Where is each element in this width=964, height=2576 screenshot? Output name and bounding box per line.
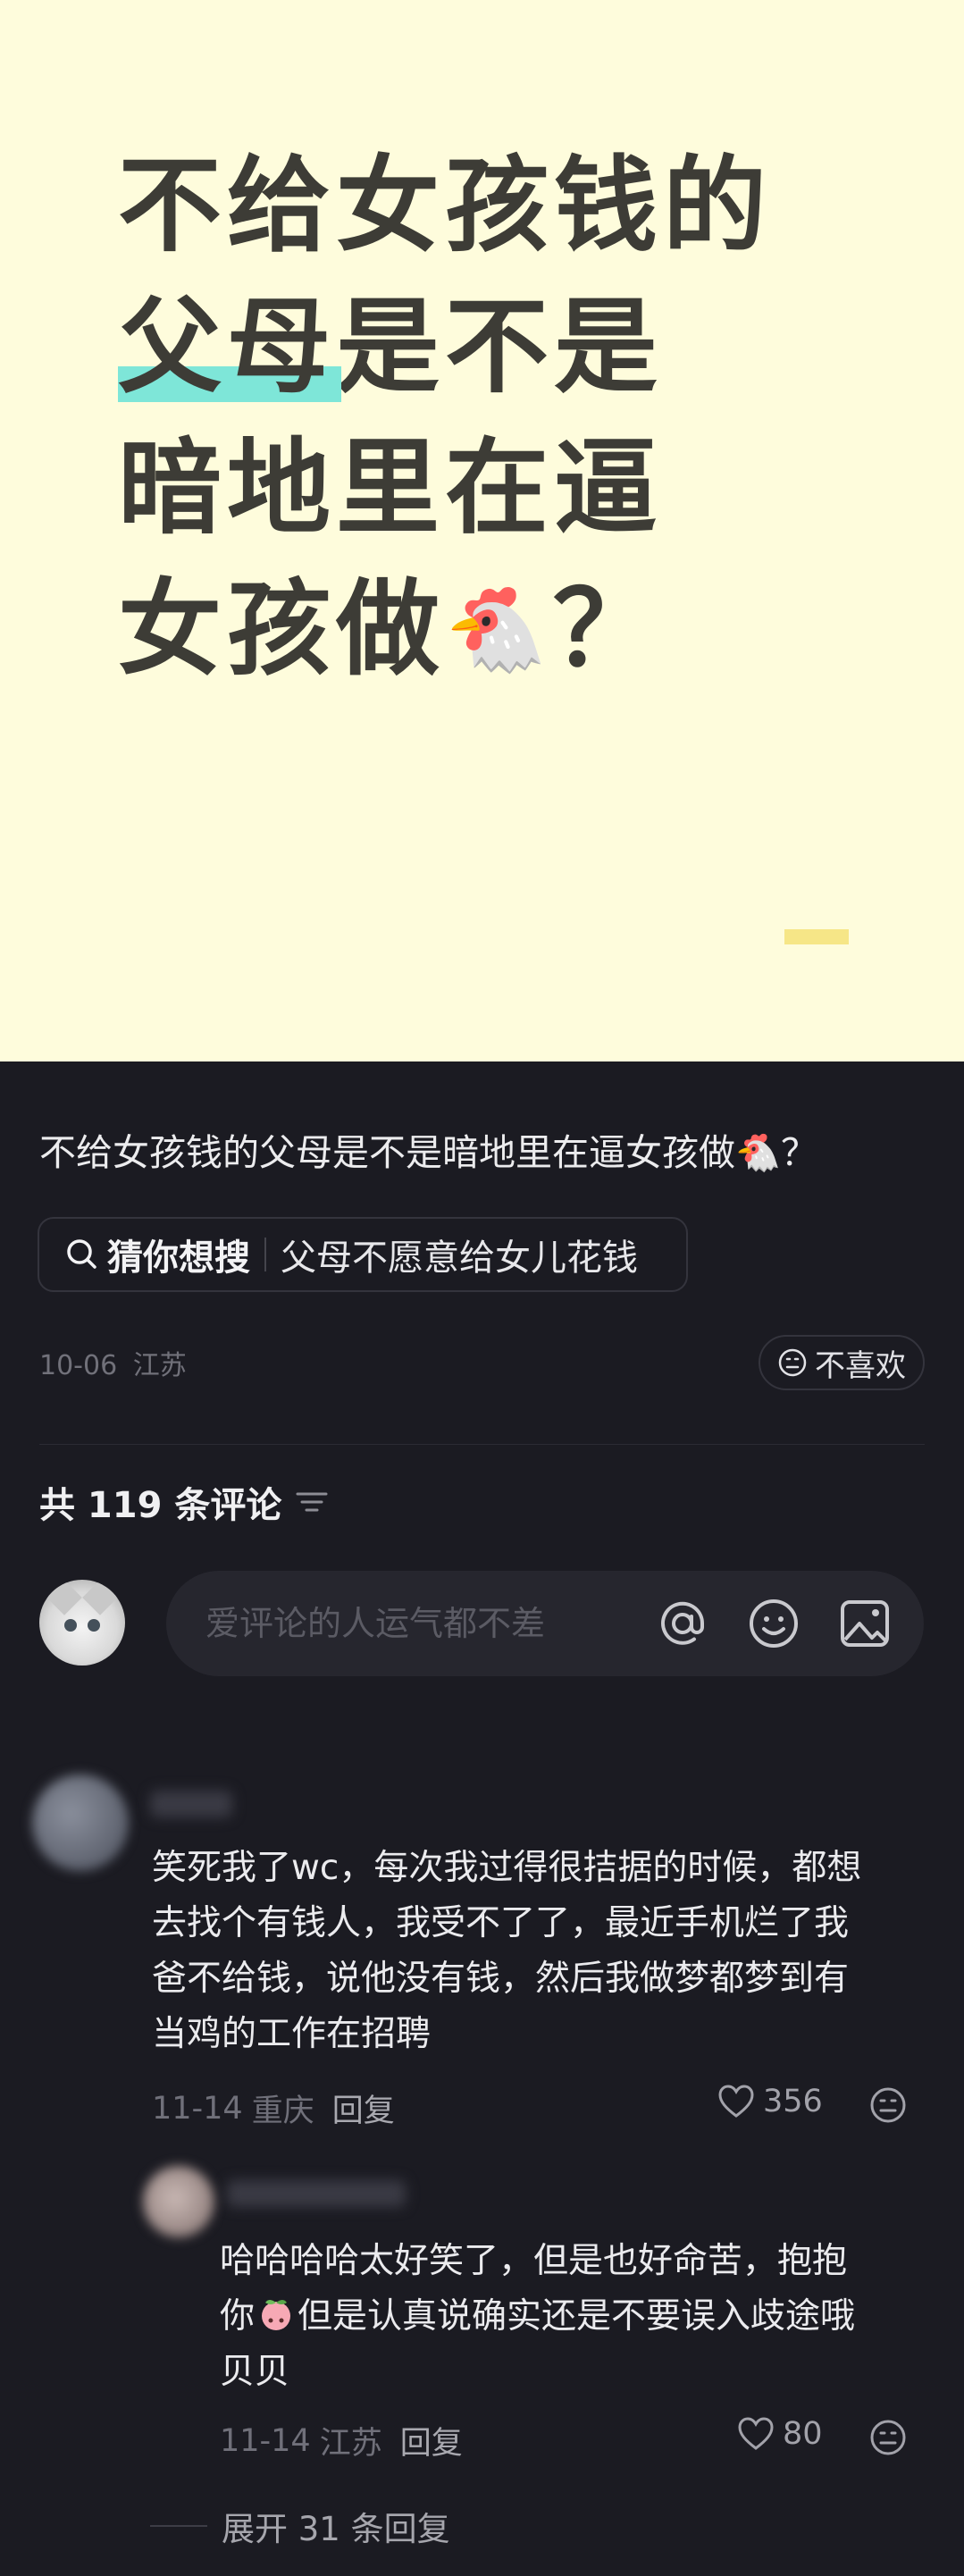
like-count: 356 — [763, 2084, 823, 2119]
meh-face-icon[interactable] — [868, 2418, 908, 2457]
like-button[interactable]: 80 — [736, 2416, 823, 2452]
emoji-icon[interactable] — [745, 1595, 802, 1652]
avatar[interactable] — [39, 1580, 125, 1666]
post-title: 不给女孩钱的父母是不是暗地里在逼女孩做🐔？ — [39, 1131, 818, 1174]
dislike-label: 不喜欢 — [815, 1347, 906, 1384]
comment-meta: 11-14 江苏 回复 — [220, 2418, 463, 2463]
username-blurred[interactable] — [227, 2180, 406, 2207]
username-blurred[interactable] — [150, 1791, 232, 1817]
reply-button[interactable]: 回复 — [400, 2418, 463, 2463]
comment-input-box[interactable] — [166, 1571, 924, 1676]
divider — [264, 1238, 266, 1271]
comment-location: 重庆 — [251, 2094, 314, 2129]
cover-line-4: 女孩做🐔？ — [118, 559, 886, 701]
post-cover-image[interactable]: 不给女孩钱的 父母是不是 暗地里在逼 女孩做🐔？ — [0, 0, 964, 1061]
comment-input[interactable] — [205, 1596, 634, 1651]
section-divider — [39, 1444, 925, 1445]
comment-text: 哈哈哈哈太好笑了，但是也好命苦，抱抱 你但是认真说确实还是不要误入歧途哦 贝贝 — [220, 2241, 856, 2392]
comment-count: 共 119 条评论 — [39, 1476, 328, 1528]
reply-button[interactable]: 回复 — [332, 2085, 395, 2131]
image-icon[interactable] — [836, 1595, 893, 1652]
cover-line-1: 不给女孩钱的 — [118, 146, 772, 266]
expand-replies-label: 展开 31 条回复 — [222, 2510, 450, 2548]
cat-eye — [64, 1619, 77, 1632]
sort-icon[interactable] — [296, 1489, 328, 1515]
heart-icon — [718, 2085, 754, 2118]
comment-date: 11-14 — [152, 2090, 243, 2127]
mention-icon[interactable] — [654, 1595, 711, 1652]
post-meta: 10-06 江苏 — [39, 1343, 187, 1382]
expand-replies-button[interactable]: 展开 31 条回复 — [150, 2502, 450, 2550]
post-location: 江苏 — [132, 1350, 187, 1381]
cat-eye — [88, 1619, 100, 1632]
meh-face-icon — [778, 1348, 807, 1377]
cover-title: 不给女孩钱的 父母是不是 暗地里在逼 女孩做🐔？ — [118, 136, 886, 701]
cat-ear — [82, 1580, 118, 1615]
peach-emoji-icon — [262, 2300, 291, 2330]
cat-ear — [46, 1580, 82, 1615]
heart-icon — [738, 2417, 774, 2450]
comment-meta: 11-14 重庆 回复 — [152, 2085, 395, 2131]
decorative-bar — [784, 929, 849, 944]
comment-date: 11-14 — [220, 2422, 311, 2459]
comment-text: 笑死我了wc，每次我过得很拮据的时候，都想 去找个有钱人，我受不了了，最近手机烂… — [152, 1848, 862, 2054]
guess-label: 猜你想搜 — [107, 1238, 250, 1279]
post-date: 10-06 — [39, 1350, 118, 1381]
avatar[interactable] — [32, 1775, 129, 1871]
dislike-button[interactable]: 不喜欢 — [759, 1335, 925, 1390]
guess-search-chip[interactable]: 猜你想搜 父母不愿意给女儿花钱 — [38, 1217, 688, 1292]
meh-face-icon[interactable] — [868, 2085, 908, 2125]
avatar[interactable] — [143, 2166, 214, 2237]
chicken-emoji-icon: 🐔 — [445, 582, 553, 677]
cover-line-3: 暗地里在逼 — [118, 428, 663, 549]
comment-location: 江苏 — [319, 2426, 382, 2462]
guess-query: 父母不愿意给女儿花钱 — [281, 1238, 638, 1279]
search-icon — [67, 1239, 96, 1269]
highlighted-text: 父母 — [118, 277, 341, 418]
like-count: 80 — [783, 2416, 823, 2452]
like-button[interactable]: 356 — [717, 2084, 823, 2119]
cover-line-2: 父母是不是 — [118, 277, 886, 418]
comment-count-label: 共 119 条评论 — [39, 1485, 282, 1526]
expand-line — [150, 2525, 207, 2527]
